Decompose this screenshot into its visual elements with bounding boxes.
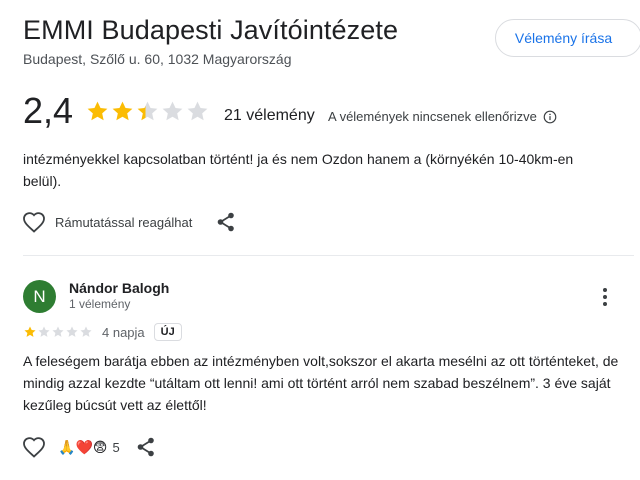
avatar-letter: N [33, 286, 46, 306]
heart-icon[interactable] [22, 211, 46, 233]
avatar[interactable]: N [23, 280, 56, 313]
not-verified-notice: A vélemények nincsenek ellenőrizve [328, 109, 557, 124]
review-count-link[interactable]: 21 vélemény [224, 107, 315, 125]
review-text: A feleségem barátja ebben az intézménybe… [23, 353, 619, 413]
review-divider [23, 255, 634, 256]
red-heart-icon: ❤️ [75, 439, 93, 455]
place-title: EMMI Budapesti Javítóintézete [23, 15, 399, 45]
review-date: 4 napja [102, 324, 145, 340]
previous-review-actions: Rámutatással reagálhat [22, 209, 192, 235]
react-label: Rámutatással reagálhat [55, 214, 193, 230]
star-icon [66, 326, 78, 337]
info-icon[interactable] [543, 110, 557, 124]
more-vert-icon[interactable] [597, 286, 613, 308]
share-icon[interactable] [216, 211, 236, 233]
reaction-count: 5 [112, 439, 120, 455]
not-verified-text: A vélemények nincsenek ellenőrizve [328, 109, 537, 124]
rating-summary: 2,4 [23, 88, 210, 134]
star-icon [187, 101, 208, 120]
rating-stars [85, 99, 210, 124]
star-icon [162, 101, 183, 120]
heart-icon[interactable] [22, 436, 46, 458]
star-icon [52, 326, 64, 337]
new-badge: ÚJ [153, 323, 182, 341]
review-actions: 🙏 ❤️ 😨 5 [22, 434, 120, 460]
star-icon [137, 101, 158, 120]
star-icon [80, 326, 92, 337]
review-stars [23, 325, 93, 339]
star-icon [24, 326, 36, 337]
review-rating-row: 4 napja ÚJ [23, 322, 182, 342]
reaction-emojis[interactable]: 🙏 ❤️ 😨 [58, 439, 107, 455]
reviewer-meta: 1 vélemény [69, 297, 131, 311]
previous-review-text: intézményekkel kapcsolatban történt! ja … [23, 151, 574, 189]
write-review-button[interactable]: Vélemény írása [495, 19, 640, 57]
fearful-face-icon: 😨 [92, 439, 108, 455]
rating-value: 2,4 [23, 90, 74, 131]
praying-hands-icon: 🙏 [58, 439, 76, 455]
star-icon [112, 101, 133, 120]
place-address: Budapest, Szőlő u. 60, 1032 Magyarország [23, 51, 292, 67]
reviewer-name[interactable]: Nándor Balogh [69, 280, 169, 296]
share-icon[interactable] [136, 436, 156, 458]
star-icon [87, 101, 108, 120]
star-icon [38, 326, 50, 337]
